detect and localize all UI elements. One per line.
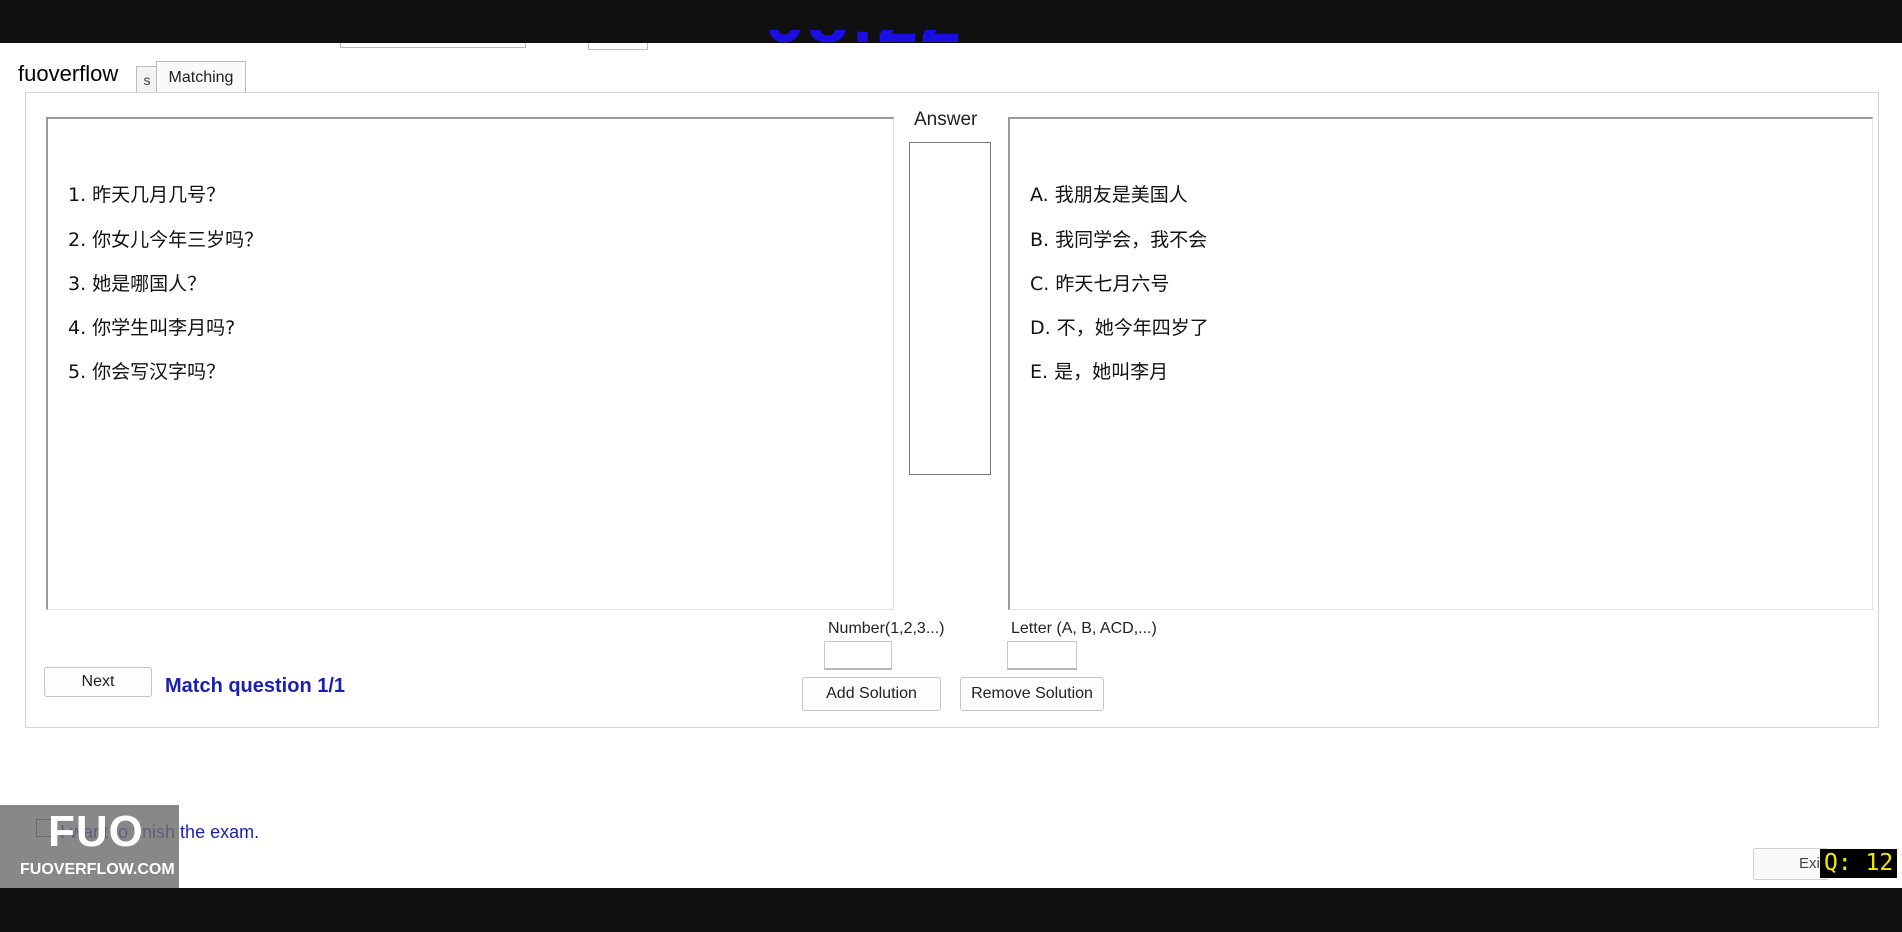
question-item: 3. 她是哪国人？ bbox=[68, 273, 207, 295]
brand-label: fuoverflow bbox=[18, 61, 119, 86]
matching-panel: 1. 昨天几月几号？ 2. 你女儿今年三岁吗？ 3. 她是哪国人？ 4. 你学生… bbox=[25, 92, 1879, 728]
logo-mark: FUO bbox=[48, 807, 144, 856]
tab-matching[interactable]: Matching bbox=[156, 61, 246, 93]
next-button[interactable]: Next bbox=[44, 667, 152, 697]
question-list-box: 1. 昨天几月几号？ 2. 你女儿今年三岁吗？ 3. 她是哪国人？ 4. 你学生… bbox=[46, 117, 894, 610]
exit-button[interactable]: Exit bbox=[1753, 848, 1829, 880]
bottom-black-bar bbox=[0, 888, 1902, 932]
question-item: 4. 你学生叫李月吗? bbox=[68, 317, 236, 339]
letter-label: Letter (A, B, ACD,...) bbox=[1011, 620, 1157, 637]
answer-option: D. 不，她今年四岁了 bbox=[1030, 317, 1209, 339]
letter-input[interactable] bbox=[1007, 641, 1077, 670]
question-item: 1. 昨天几月几号？ bbox=[68, 184, 226, 206]
answer-options-box: A. 我朋友是美国人 B. 我同学会，我不会 C. 昨天七月六号 D. 不，她今… bbox=[1008, 117, 1873, 610]
question-item: 2. 你女儿今年三岁吗？ bbox=[68, 229, 264, 251]
answer-option: A. 我朋友是美国人 bbox=[1030, 184, 1188, 206]
answer-option: C. 昨天七月六号 bbox=[1030, 273, 1170, 295]
tab-previous[interactable]: s bbox=[136, 66, 158, 93]
answer-list[interactable] bbox=[909, 142, 991, 475]
question-item: 5. 你会写汉字吗？ bbox=[68, 361, 226, 383]
match-question-status: Match question 1/1 bbox=[165, 675, 346, 697]
countdown-timer: 08:22 bbox=[764, 30, 984, 58]
countdown-timer-text: 08:22 bbox=[764, 30, 963, 58]
add-solution-button[interactable]: Add Solution bbox=[802, 677, 941, 711]
number-label: Number(1,2,3...) bbox=[828, 620, 945, 637]
fuoverflow-logo: FUO FUOVERFLOW.COM bbox=[0, 805, 179, 888]
answer-option: E. 是，她叫李月 bbox=[1030, 361, 1169, 383]
remove-solution-button[interactable]: Remove Solution bbox=[960, 677, 1104, 711]
number-input[interactable] bbox=[824, 641, 892, 670]
answer-label: Answer bbox=[914, 109, 978, 130]
top-dropdown-remnant[interactable] bbox=[340, 43, 526, 48]
question-counter: Q: 12 bbox=[1820, 849, 1898, 878]
answer-option: B. 我同学会，我不会 bbox=[1030, 229, 1208, 251]
top-field-remnant[interactable] bbox=[588, 43, 648, 50]
logo-text: FUOVERFLOW.COM bbox=[20, 861, 175, 878]
